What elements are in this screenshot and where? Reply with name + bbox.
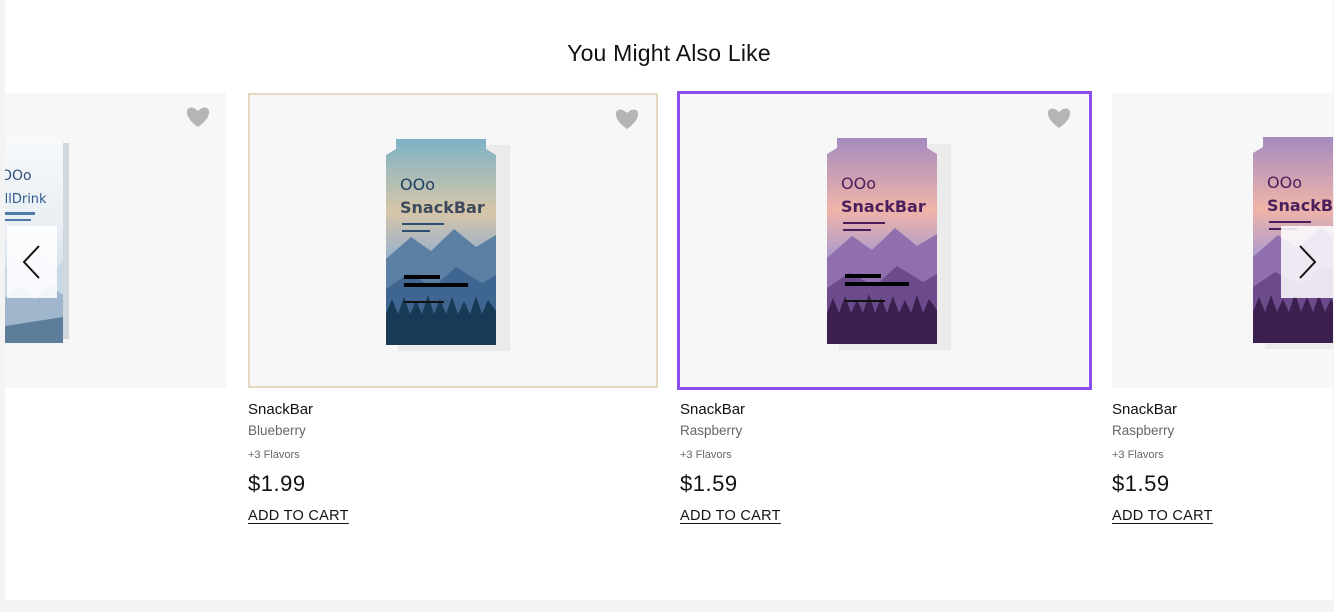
product-card[interactable]: OOo SnackBar SnackBar Raspberry +3 Flavo… (677, 91, 1092, 524)
snackbar-package-image: OOo SnackBar (827, 138, 951, 350)
package-brand-text: SnackBar (400, 198, 485, 217)
carousel-prev-button[interactable] (7, 226, 57, 298)
page: You Might Also Like OOo illDrink OOo Sna… (5, 0, 1333, 600)
section-title: You Might Also Like (567, 40, 771, 66)
package-brand-text: SnackBar (841, 197, 926, 216)
product-info: SnackBar Raspberry +3 Flavors $1.59 ADD … (1112, 401, 1213, 525)
package-logo: OOo (1267, 173, 1302, 192)
product-image[interactable]: OOo SnackBar (248, 93, 658, 388)
favorite-heart-icon[interactable] (614, 107, 640, 131)
chevron-right-icon (1299, 245, 1317, 279)
snackbar-package-image: OOo SnackBar (386, 139, 510, 351)
product-name: SnackBar (248, 401, 314, 418)
product-name: SnackBar (1112, 401, 1178, 418)
can-logo: OOo (5, 168, 32, 184)
more-flavors-label: +3 Flavors (248, 449, 300, 461)
more-flavors-label: +3 Flavors (1112, 449, 1164, 461)
package-logo: OOo (841, 174, 876, 193)
product-flavor: Blueberry (248, 423, 306, 438)
product-image[interactable]: OOo SnackBar (677, 91, 1092, 390)
product-info: SnackBar Raspberry +3 Flavors $1.59 ADD … (680, 401, 781, 525)
product-card[interactable]: OOo SnackBar SnackBar Blueberry +3 Flavo… (248, 93, 658, 524)
add-to-cart-link[interactable]: ADD TO CART (248, 508, 349, 524)
product-price: $1.59 (680, 471, 738, 496)
add-to-cart-link[interactable]: ADD TO CART (680, 508, 781, 524)
chevron-left-icon (22, 245, 40, 279)
product-flavor: Raspberry (680, 423, 743, 438)
favorite-heart-icon[interactable] (1046, 106, 1072, 130)
package-logo: OOo (400, 175, 435, 194)
favorite-heart-icon[interactable] (185, 105, 211, 129)
product-flavor: Raspberry (1112, 423, 1175, 438)
product-info: SnackBar Blueberry +3 Flavors $1.99 ADD … (248, 401, 349, 525)
can-brand-text: illDrink (5, 192, 47, 207)
package-brand-text: SnackB (1267, 196, 1333, 215)
product-price: $1.99 (248, 471, 306, 496)
add-to-cart-link[interactable]: ADD TO CART (1112, 508, 1213, 524)
product-price: $1.59 (1112, 471, 1170, 496)
more-flavors-label: +3 Flavors (680, 449, 732, 461)
product-name: SnackBar (680, 401, 746, 418)
carousel-next-button[interactable] (1281, 226, 1333, 298)
